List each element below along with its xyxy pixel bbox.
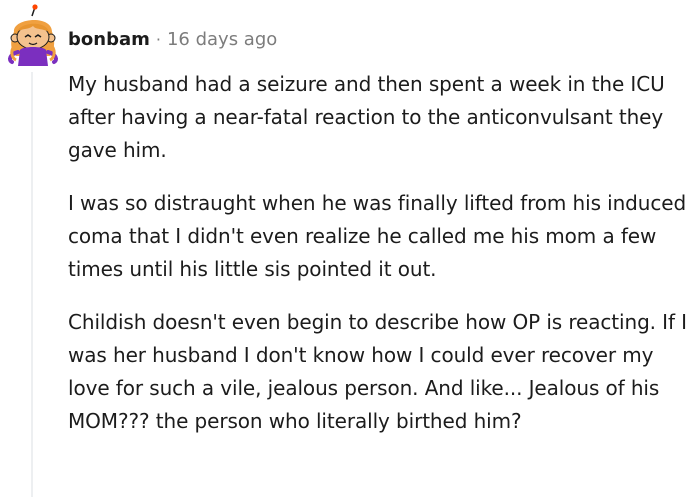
thread-collapse-line[interactable] (31, 72, 33, 497)
username-link[interactable]: bonbam (68, 29, 150, 50)
comment-paragraph-2: I was so distraught when he was finally … (68, 191, 687, 281)
comment-timestamp[interactable]: 16 days ago (167, 29, 277, 50)
comment-paragraph-1: My husband had a seizure and then spent … (68, 72, 665, 162)
meta-separator: · (155, 29, 161, 49)
comment-paragraph-3: Childish doesn't even begin to describe … (68, 310, 687, 433)
user-avatar-icon[interactable] (6, 4, 60, 66)
comment-body: My husband had a seizure and then spent … (68, 68, 696, 458)
comment-header: bonbam · 16 days ago (68, 26, 277, 52)
comment: bonbam · 16 days ago My husband had a se… (0, 0, 700, 497)
